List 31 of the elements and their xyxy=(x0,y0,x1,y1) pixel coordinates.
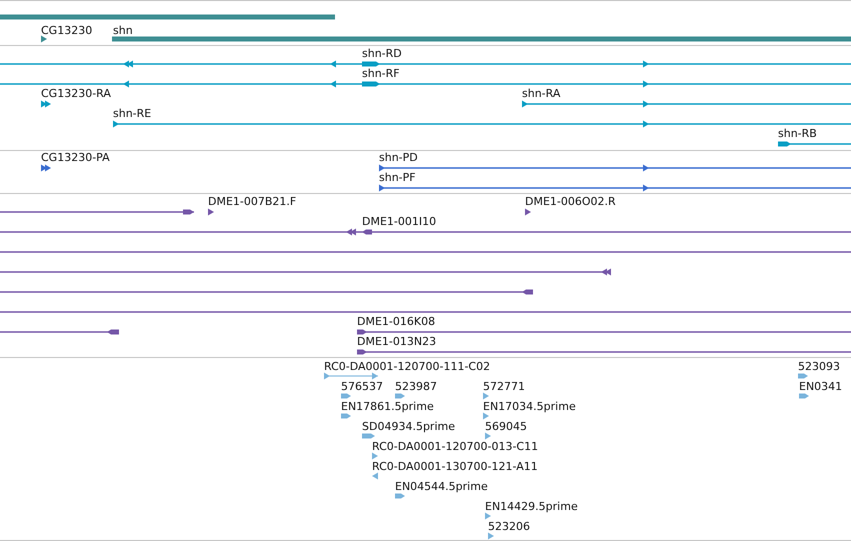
feature-label: 569045 xyxy=(485,420,527,433)
feature-label: EN14429.5prime xyxy=(485,500,578,513)
feature-label: shn-PF xyxy=(379,171,416,184)
feature-label: shn-RE xyxy=(113,107,152,120)
feature-label: RC0-DA0001-130700-121-A11 xyxy=(372,460,538,473)
feature-label: 523206 xyxy=(488,520,530,533)
feature-label: RC0-DA0001-120700-013-C11 xyxy=(372,440,538,453)
feature-label: SD04934.5prime xyxy=(362,420,455,433)
feature-label: shn-RA xyxy=(522,87,560,100)
feature-label: shn-RF xyxy=(362,67,400,80)
feature-label: DME1-013N23 xyxy=(357,335,436,348)
feature-label: CG13230 xyxy=(41,24,92,37)
feature-label: shn-PD xyxy=(379,151,418,164)
feature-label: DME1-001I10 xyxy=(362,215,436,228)
feature-label: EN17861.5prime xyxy=(341,400,434,413)
feature-label: DME1-006O02.R xyxy=(525,195,616,208)
feature-label: RC0-DA0001-120700-111-C02 xyxy=(324,360,490,373)
feature-label: DME1-016K08 xyxy=(357,315,436,328)
feature-label: DME1-007B21.F xyxy=(208,195,296,208)
feature-label: CG13230-RA xyxy=(41,87,111,100)
feature-label: CG13230-PA xyxy=(41,151,110,164)
feature-label: EN04544.5prime xyxy=(395,480,488,493)
feature-label: 523987 xyxy=(395,380,437,393)
feature-label: EN17034.5prime xyxy=(483,400,576,413)
feature-label: 572771 xyxy=(483,380,525,393)
feature-label: 523093 xyxy=(798,360,840,373)
feature-label: EN0341 xyxy=(799,380,842,393)
feature-label: shn xyxy=(113,24,133,37)
feature-label: shn-RD xyxy=(362,47,402,60)
feature-label: shn-RB xyxy=(778,127,817,140)
feature-label: 576537 xyxy=(341,380,383,393)
